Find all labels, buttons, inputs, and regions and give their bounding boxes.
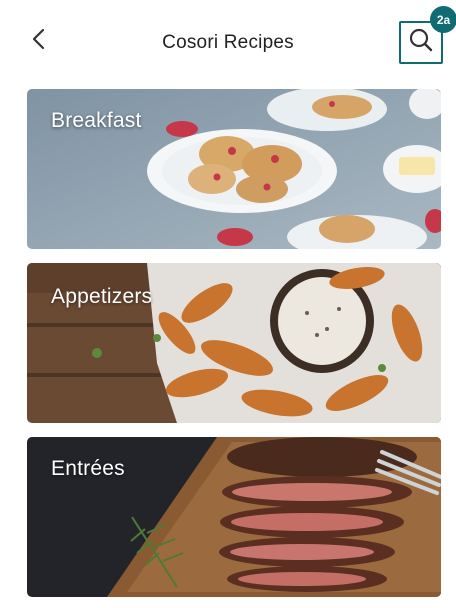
search-icon [408, 27, 434, 58]
page-title: Cosori Recipes [162, 32, 294, 53]
category-label-entrees: Entrées [51, 457, 125, 480]
category-card-appetizers[interactable]: Appetizers [27, 263, 441, 423]
step-badge: 2a [430, 6, 456, 33]
top-bar: Cosori Recipes 2a [0, 0, 456, 72]
category-label-appetizers: Appetizers [51, 285, 153, 308]
category-list: Breakfast Appetizers Entrées [0, 72, 456, 608]
recipes-screen: Cosori Recipes 2a Breakfast Appetizers E… [0, 0, 456, 608]
category-card-breakfast[interactable]: Breakfast [27, 89, 441, 249]
category-label-breakfast: Breakfast [51, 109, 142, 132]
category-card-entrees[interactable]: Entrées [27, 437, 441, 597]
